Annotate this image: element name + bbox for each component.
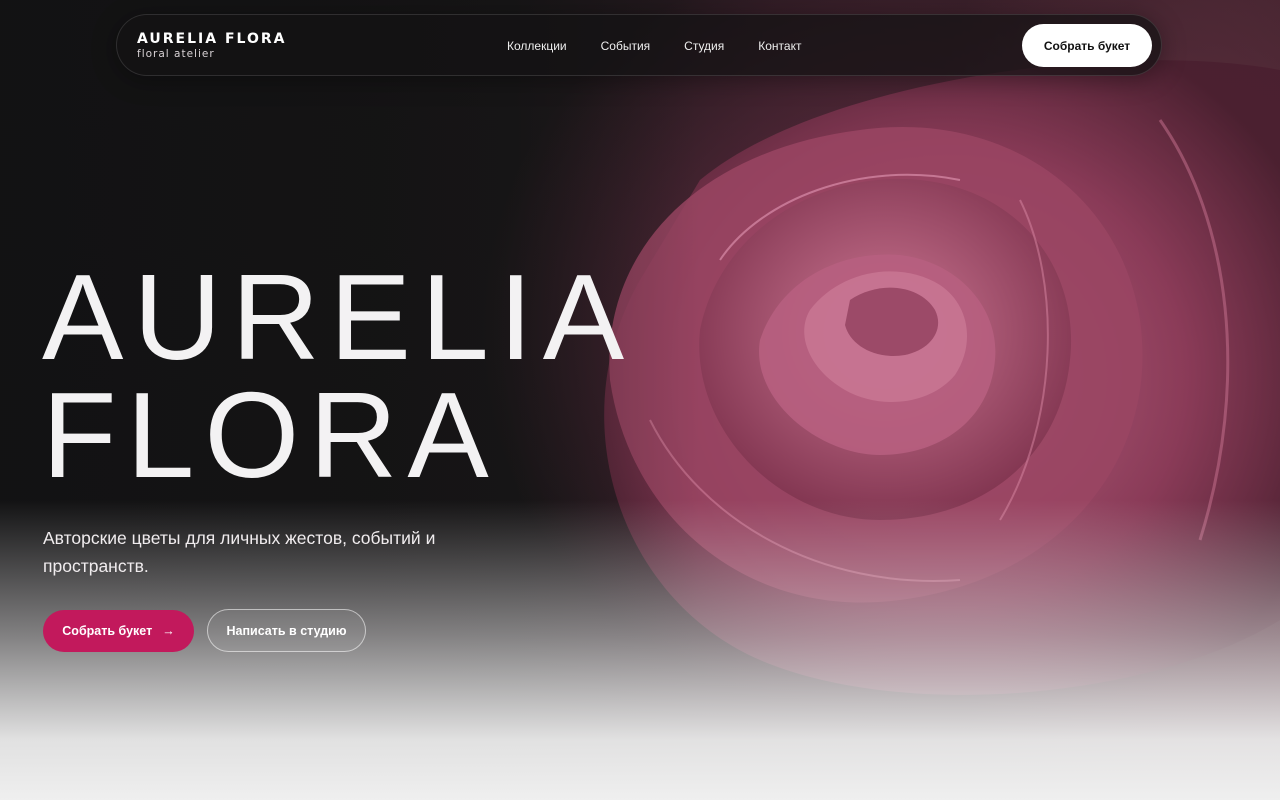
hero-title-line-2: FLORA bbox=[42, 367, 499, 503]
nav-build-bouquet-button[interactable]: Собрать букет bbox=[1022, 24, 1152, 67]
arrow-right-icon: → bbox=[162, 624, 175, 638]
build-bouquet-label: Собрать букет bbox=[62, 624, 153, 638]
hero-title: AURELIA FLORA bbox=[42, 249, 635, 503]
nav-link-contact[interactable]: Контакт bbox=[758, 39, 801, 53]
nav-link-collections[interactable]: Коллекции bbox=[507, 39, 567, 53]
main-nav: Коллекции События Студия Контакт bbox=[507, 15, 835, 77]
brand-tagline: floral atelier bbox=[137, 48, 215, 60]
top-navbar: AURELIA FLORA floral atelier Коллекции С… bbox=[116, 14, 1162, 76]
hero-subtitle: Авторские цветы для личных жестов, событ… bbox=[43, 528, 436, 576]
write-studio-button[interactable]: Написать в студию bbox=[207, 609, 366, 652]
brand-logo[interactable]: AURELIA FLORA floral atelier bbox=[137, 31, 286, 60]
nav-link-studio[interactable]: Студия bbox=[684, 39, 724, 53]
hero-title-line-1: AURELIA bbox=[42, 249, 635, 385]
build-bouquet-button[interactable]: Собрать букет → bbox=[43, 610, 194, 652]
nav-link-events[interactable]: События bbox=[601, 39, 651, 53]
brand-name: AURELIA FLORA bbox=[137, 31, 287, 47]
